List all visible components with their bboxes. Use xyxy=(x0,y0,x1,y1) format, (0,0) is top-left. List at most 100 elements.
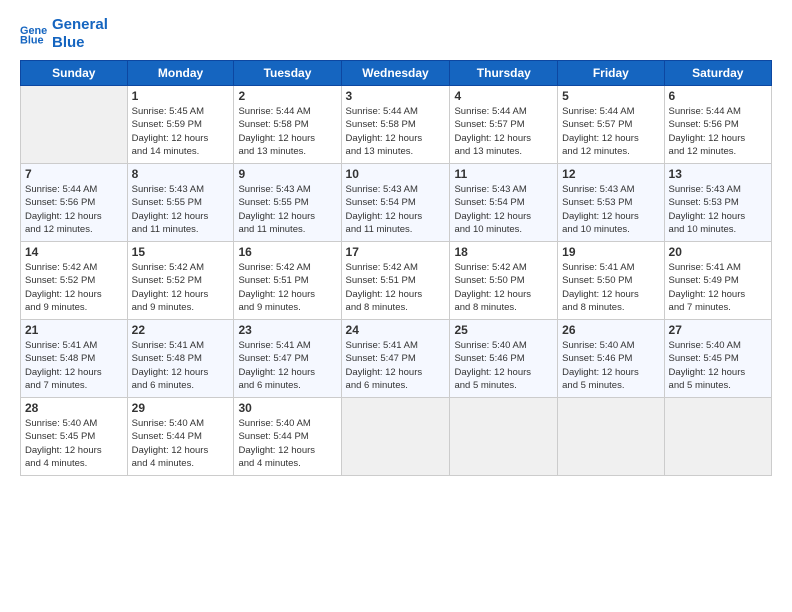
day-info: Sunrise: 5:44 AM Sunset: 5:56 PM Dayligh… xyxy=(25,183,123,236)
day-number: 9 xyxy=(238,167,336,181)
day-cell: 16Sunrise: 5:42 AM Sunset: 5:51 PM Dayli… xyxy=(234,242,341,320)
day-number: 23 xyxy=(238,323,336,337)
day-info: Sunrise: 5:41 AM Sunset: 5:50 PM Dayligh… xyxy=(562,261,659,314)
day-cell: 29 Sunrise: 5:40 AM Sunset: 5:44 PM Dayli… xyxy=(127,398,234,476)
day-cell: 28 Sunrise: 5:40 AM Sunset: 5:45 PM Dayli… xyxy=(21,398,128,476)
calendar-header-row: SundayMondayTuesdayWednesdayThursdayFrid… xyxy=(21,61,772,86)
header-friday: Friday xyxy=(558,61,664,86)
day-number: 11 xyxy=(454,167,553,181)
day-info: Sunrise: 5:43 AM Sunset: 5:53 PM Dayligh… xyxy=(669,183,767,236)
week-row-3: 14 Sunrise: 5:42 AM Sunset: 5:52 PM Dayli… xyxy=(21,242,772,320)
day-cell: 11 Sunrise: 5:43 AM Sunset: 5:54 PM Dayli… xyxy=(450,164,558,242)
day-number: 24 xyxy=(346,323,446,337)
day-cell: 12Sunrise: 5:43 AM Sunset: 5:53 PM Dayli… xyxy=(558,164,664,242)
day-number: 30 xyxy=(238,401,336,415)
day-info: Sunrise: 5:42 AM Sunset: 5:51 PM Dayligh… xyxy=(238,261,336,314)
day-info: Sunrise: 5:41 AM Sunset: 5:48 PM Dayligh… xyxy=(132,339,230,392)
header: General Blue General Blue xyxy=(20,16,772,52)
day-number: 20 xyxy=(669,245,767,259)
day-number: 21 xyxy=(25,323,123,337)
day-info: Sunrise: 5:40 AM Sunset: 5:45 PM Dayligh… xyxy=(25,417,123,470)
day-cell: 21 Sunrise: 5:41 AM Sunset: 5:48 PM Dayli… xyxy=(21,320,128,398)
day-cell: 22 Sunrise: 5:41 AM Sunset: 5:48 PM Dayli… xyxy=(127,320,234,398)
header-tuesday: Tuesday xyxy=(234,61,341,86)
day-number: 15 xyxy=(132,245,230,259)
day-number: 3 xyxy=(346,89,446,103)
day-cell: 7 Sunrise: 5:44 AM Sunset: 5:56 PM Daylig… xyxy=(21,164,128,242)
day-number: 10 xyxy=(346,167,446,181)
day-info: Sunrise: 5:42 AM Sunset: 5:50 PM Dayligh… xyxy=(454,261,553,314)
day-cell: 10 Sunrise: 5:43 AM Sunset: 5:54 PM Dayli… xyxy=(341,164,450,242)
day-number: 5 xyxy=(562,89,659,103)
day-number: 8 xyxy=(132,167,230,181)
day-number: 29 xyxy=(132,401,230,415)
day-cell: 1 Sunrise: 5:45 AM Sunset: 5:59 PM Daylig… xyxy=(127,86,234,164)
day-number: 17 xyxy=(346,245,446,259)
day-info: Sunrise: 5:43 AM Sunset: 5:55 PM Dayligh… xyxy=(238,183,336,236)
day-cell: 19Sunrise: 5:41 AM Sunset: 5:50 PM Dayli… xyxy=(558,242,664,320)
day-info: Sunrise: 5:40 AM Sunset: 5:46 PM Dayligh… xyxy=(454,339,553,392)
day-number: 14 xyxy=(25,245,123,259)
header-sunday: Sunday xyxy=(21,61,128,86)
day-cell: 14Sunrise: 5:42 AM Sunset: 5:52 PM Dayli… xyxy=(21,242,128,320)
logo-text: General xyxy=(52,16,108,34)
week-row-5: 28 Sunrise: 5:40 AM Sunset: 5:45 PM Dayli… xyxy=(21,398,772,476)
day-info: Sunrise: 5:40 AM Sunset: 5:46 PM Dayligh… xyxy=(562,339,659,392)
day-info: Sunrise: 5:45 AM Sunset: 5:59 PM Dayligh… xyxy=(132,105,230,158)
day-cell: 27Sunrise: 5:40 AM Sunset: 5:45 PM Dayli… xyxy=(664,320,771,398)
day-number: 26 xyxy=(562,323,659,337)
day-cell xyxy=(450,398,558,476)
day-cell xyxy=(341,398,450,476)
day-cell: 25 Sunrise: 5:40 AM Sunset: 5:46 PM Dayli… xyxy=(450,320,558,398)
day-cell: 13Sunrise: 5:43 AM Sunset: 5:53 PM Dayli… xyxy=(664,164,771,242)
week-row-1: 1 Sunrise: 5:45 AM Sunset: 5:59 PM Daylig… xyxy=(21,86,772,164)
header-thursday: Thursday xyxy=(450,61,558,86)
day-info: Sunrise: 5:43 AM Sunset: 5:54 PM Dayligh… xyxy=(454,183,553,236)
day-info: Sunrise: 5:42 AM Sunset: 5:52 PM Dayligh… xyxy=(132,261,230,314)
day-cell xyxy=(558,398,664,476)
day-number: 22 xyxy=(132,323,230,337)
calendar-table: SundayMondayTuesdayWednesdayThursdayFrid… xyxy=(20,60,772,476)
day-cell: 6Sunrise: 5:44 AM Sunset: 5:56 PM Daylig… xyxy=(664,86,771,164)
day-info: Sunrise: 5:41 AM Sunset: 5:48 PM Dayligh… xyxy=(25,339,123,392)
day-cell: 18 Sunrise: 5:42 AM Sunset: 5:50 PM Dayli… xyxy=(450,242,558,320)
day-info: Sunrise: 5:44 AM Sunset: 5:57 PM Dayligh… xyxy=(454,105,553,158)
day-info: Sunrise: 5:44 AM Sunset: 5:57 PM Dayligh… xyxy=(562,105,659,158)
day-info: Sunrise: 5:44 AM Sunset: 5:56 PM Dayligh… xyxy=(669,105,767,158)
day-number: 28 xyxy=(25,401,123,415)
svg-text:Blue: Blue xyxy=(20,34,44,46)
day-number: 25 xyxy=(454,323,553,337)
day-cell: 4 Sunrise: 5:44 AM Sunset: 5:57 PM Daylig… xyxy=(450,86,558,164)
day-cell: 8Sunrise: 5:43 AM Sunset: 5:55 PM Daylig… xyxy=(127,164,234,242)
day-info: Sunrise: 5:44 AM Sunset: 5:58 PM Dayligh… xyxy=(346,105,446,158)
day-cell: 24Sunrise: 5:41 AM Sunset: 5:47 PM Dayli… xyxy=(341,320,450,398)
day-cell: 15 Sunrise: 5:42 AM Sunset: 5:52 PM Dayli… xyxy=(127,242,234,320)
day-number: 18 xyxy=(454,245,553,259)
day-number: 2 xyxy=(238,89,336,103)
calendar-page: General Blue General Blue SundayMondayTu… xyxy=(0,0,792,612)
day-info: Sunrise: 5:44 AM Sunset: 5:58 PM Dayligh… xyxy=(238,105,336,158)
day-cell: 17 Sunrise: 5:42 AM Sunset: 5:51 PM Dayli… xyxy=(341,242,450,320)
day-cell: 5 Sunrise: 5:44 AM Sunset: 5:57 PM Daylig… xyxy=(558,86,664,164)
day-info: Sunrise: 5:40 AM Sunset: 5:45 PM Dayligh… xyxy=(669,339,767,392)
week-row-4: 21 Sunrise: 5:41 AM Sunset: 5:48 PM Dayli… xyxy=(21,320,772,398)
day-info: Sunrise: 5:40 AM Sunset: 5:44 PM Dayligh… xyxy=(132,417,230,470)
day-cell: 2 Sunrise: 5:44 AM Sunset: 5:58 PM Daylig… xyxy=(234,86,341,164)
day-cell: 30 Sunrise: 5:40 AM Sunset: 5:44 PM Dayli… xyxy=(234,398,341,476)
day-info: Sunrise: 5:41 AM Sunset: 5:49 PM Dayligh… xyxy=(669,261,767,314)
header-monday: Monday xyxy=(127,61,234,86)
day-cell: 26 Sunrise: 5:40 AM Sunset: 5:46 PM Dayli… xyxy=(558,320,664,398)
logo-text2: Blue xyxy=(52,34,108,52)
day-info: Sunrise: 5:42 AM Sunset: 5:51 PM Dayligh… xyxy=(346,261,446,314)
week-row-2: 7 Sunrise: 5:44 AM Sunset: 5:56 PM Daylig… xyxy=(21,164,772,242)
day-number: 4 xyxy=(454,89,553,103)
day-number: 1 xyxy=(132,89,230,103)
day-info: Sunrise: 5:40 AM Sunset: 5:44 PM Dayligh… xyxy=(238,417,336,470)
day-info: Sunrise: 5:43 AM Sunset: 5:54 PM Dayligh… xyxy=(346,183,446,236)
logo: General Blue General Blue xyxy=(20,16,108,52)
day-cell: 23Sunrise: 5:41 AM Sunset: 5:47 PM Dayli… xyxy=(234,320,341,398)
header-saturday: Saturday xyxy=(664,61,771,86)
day-number: 7 xyxy=(25,167,123,181)
day-cell: 9 Sunrise: 5:43 AM Sunset: 5:55 PM Daylig… xyxy=(234,164,341,242)
logo-icon: General Blue xyxy=(20,20,48,48)
